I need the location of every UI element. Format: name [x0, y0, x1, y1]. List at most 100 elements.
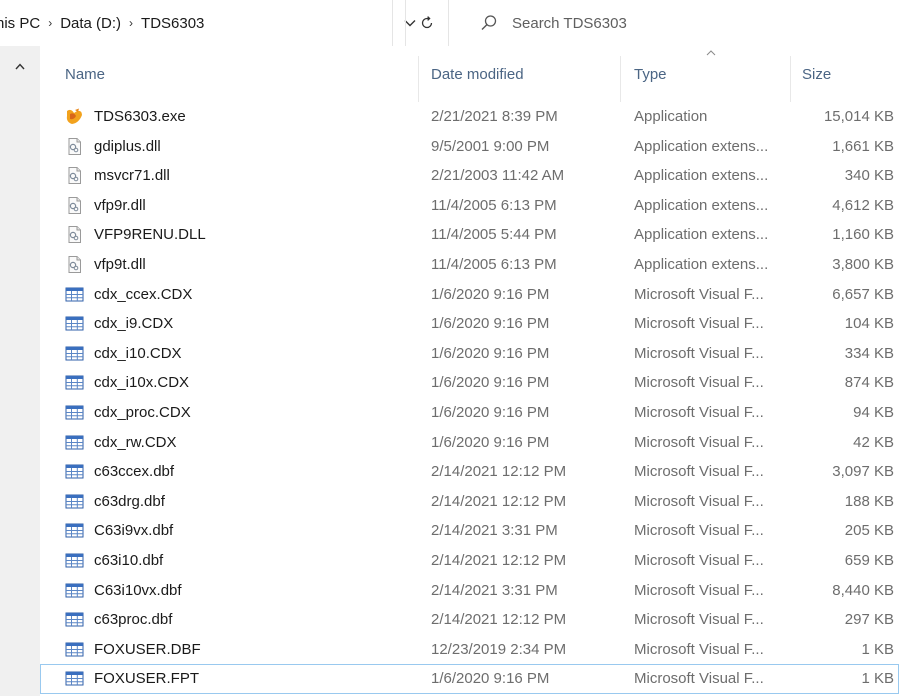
- application-icon: [65, 108, 84, 125]
- file-row[interactable]: cdx_i10x.CDX 1/6/2020 9:16 PM Microsoft …: [40, 368, 899, 398]
- file-row[interactable]: TDS6303.exe 2/21/2021 8:39 PM Applicatio…: [40, 102, 899, 132]
- navigation-pane-scrollbar[interactable]: [0, 46, 40, 696]
- file-row[interactable]: cdx_proc.CDX 1/6/2020 9:16 PM Microsoft …: [40, 398, 899, 428]
- breadcrumb[interactable]: his PC › Data (D:) › TDS6303: [0, 0, 393, 46]
- file-date-modified: 1/6/2020 9:16 PM: [431, 670, 550, 688]
- file-name[interactable]: cdx_ccex.CDX: [94, 286, 192, 303]
- file-type: Microsoft Visual F...: [634, 522, 764, 540]
- file-date-modified: 2/14/2021 3:31 PM: [431, 522, 558, 540]
- scroll-up-arrow-icon[interactable]: [15, 63, 25, 70]
- dll-file-icon: [65, 226, 84, 244]
- file-size: 94 KB: [853, 403, 894, 421]
- file-name[interactable]: VFP9RENU.DLL: [94, 226, 206, 243]
- column-header-date[interactable]: Date modified: [431, 66, 524, 83]
- file-row[interactable]: FOXUSER.DBF 12/23/2019 2:34 PM Microsoft…: [40, 635, 899, 665]
- table-file-icon: [65, 582, 84, 599]
- file-type: Microsoft Visual F...: [634, 433, 764, 451]
- column-divider[interactable]: [620, 56, 621, 102]
- file-row[interactable]: msvcr71.dll 2/21/2003 11:42 AM Applicati…: [40, 161, 899, 191]
- file-row[interactable]: cdx_i9.CDX 1/6/2020 9:16 PM Microsoft Vi…: [40, 309, 899, 339]
- file-row[interactable]: C63i10vx.dbf 2/14/2021 3:31 PM Microsoft…: [40, 576, 899, 606]
- file-name[interactable]: C63i9vx.dbf: [94, 522, 173, 539]
- file-row[interactable]: c63proc.dbf 2/14/2021 12:12 PM Microsoft…: [40, 605, 899, 635]
- file-name[interactable]: c63drg.dbf: [94, 493, 165, 510]
- file-row[interactable]: c63drg.dbf 2/14/2021 12:12 PM Microsoft …: [40, 487, 899, 517]
- table-file-icon: [65, 286, 84, 303]
- column-header-name[interactable]: Name: [65, 66, 105, 83]
- breadcrumb-folder[interactable]: TDS6303: [141, 15, 204, 32]
- file-size: 8,440 KB: [832, 581, 894, 599]
- breadcrumb-this-pc[interactable]: his PC: [0, 15, 40, 32]
- file-row[interactable]: cdx_rw.CDX 1/6/2020 9:16 PM Microsoft Vi…: [40, 428, 899, 458]
- file-row[interactable]: gdiplus.dll 9/5/2001 9:00 PM Application…: [40, 132, 899, 162]
- file-size: 188 KB: [844, 492, 894, 510]
- file-type: Application: [634, 108, 708, 125]
- file-type: Microsoft Visual F...: [634, 374, 764, 392]
- file-date-modified: 11/4/2005 5:44 PM: [431, 226, 557, 244]
- search-input[interactable]: [510, 13, 814, 33]
- file-row[interactable]: c63ccex.dbf 2/14/2021 12:12 PM Microsoft…: [40, 457, 899, 487]
- file-name[interactable]: cdx_proc.CDX: [94, 404, 191, 421]
- file-type: Application extens...: [634, 196, 769, 214]
- address-bar: his PC › Data (D:) › TDS6303: [0, 0, 899, 46]
- file-name[interactable]: cdx_i9.CDX: [94, 315, 173, 332]
- file-name[interactable]: vfp9t.dll: [94, 256, 146, 273]
- breadcrumb-separator-icon[interactable]: ›: [129, 16, 133, 30]
- file-size: 1,661 KB: [832, 137, 894, 155]
- table-file-icon: [65, 374, 84, 391]
- breadcrumb-separator-icon[interactable]: ›: [48, 16, 52, 30]
- column-header-type[interactable]: Type: [634, 66, 667, 83]
- file-size: 1 KB: [861, 670, 894, 688]
- file-date-modified: 1/6/2020 9:16 PM: [431, 344, 550, 362]
- table-file-icon: [65, 404, 84, 421]
- file-name[interactable]: FOXUSER.FPT: [94, 670, 199, 687]
- file-row[interactable]: vfp9r.dll 11/4/2005 6:13 PM Application …: [40, 191, 899, 221]
- file-size: 205 KB: [844, 522, 894, 540]
- file-name[interactable]: cdx_i10.CDX: [94, 345, 182, 362]
- file-name[interactable]: C63i10vx.dbf: [94, 582, 182, 599]
- file-size: 42 KB: [853, 433, 894, 451]
- file-type: Microsoft Visual F...: [634, 403, 764, 421]
- file-name[interactable]: vfp9r.dll: [94, 197, 146, 214]
- file-name[interactable]: c63i10.dbf: [94, 552, 163, 569]
- file-size: 874 KB: [844, 374, 894, 392]
- refresh-button[interactable]: [405, 0, 449, 46]
- file-date-modified: 2/14/2021 3:31 PM: [431, 581, 558, 599]
- file-name[interactable]: cdx_rw.CDX: [94, 434, 177, 451]
- file-name[interactable]: msvcr71.dll: [94, 167, 170, 184]
- table-file-icon: [65, 463, 84, 480]
- file-name[interactable]: FOXUSER.DBF: [94, 641, 201, 658]
- file-size: 334 KB: [844, 344, 894, 362]
- file-name[interactable]: TDS6303.exe: [94, 108, 186, 125]
- file-type: Microsoft Visual F...: [634, 492, 764, 510]
- file-name[interactable]: gdiplus.dll: [94, 138, 161, 155]
- column-header-row: Name Date modified Type Size: [40, 46, 899, 102]
- dll-file-icon: [65, 255, 84, 273]
- file-name[interactable]: c63ccex.dbf: [94, 463, 174, 480]
- dll-file-icon: [65, 167, 84, 185]
- file-row[interactable]: cdx_i10.CDX 1/6/2020 9:16 PM Microsoft V…: [40, 339, 899, 369]
- table-file-icon: [65, 315, 84, 332]
- file-type: Microsoft Visual F...: [634, 581, 764, 599]
- file-row[interactable]: VFP9RENU.DLL 11/4/2005 5:44 PM Applicati…: [40, 220, 899, 250]
- file-row[interactable]: C63i9vx.dbf 2/14/2021 3:31 PM Microsoft …: [40, 516, 899, 546]
- file-name[interactable]: c63proc.dbf: [94, 611, 172, 628]
- file-row[interactable]: cdx_ccex.CDX 1/6/2020 9:16 PM Microsoft …: [40, 280, 899, 310]
- search-box[interactable]: [462, 6, 899, 40]
- file-date-modified: 2/14/2021 12:12 PM: [431, 463, 567, 481]
- file-date-modified: 12/23/2019 2:34 PM: [431, 640, 567, 658]
- file-type: Microsoft Visual F...: [634, 640, 764, 658]
- file-type: Application extens...: [634, 255, 769, 273]
- file-date-modified: 11/4/2005 6:13 PM: [431, 196, 557, 214]
- column-divider[interactable]: [790, 56, 791, 102]
- file-name[interactable]: cdx_i10x.CDX: [94, 374, 189, 391]
- file-size: 1,160 KB: [832, 226, 894, 244]
- file-date-modified: 2/14/2021 12:12 PM: [431, 611, 567, 629]
- column-divider[interactable]: [418, 56, 419, 102]
- file-row[interactable]: vfp9t.dll 11/4/2005 6:13 PM Application …: [40, 250, 899, 280]
- file-date-modified: 1/6/2020 9:16 PM: [431, 403, 550, 421]
- file-row[interactable]: c63i10.dbf 2/14/2021 12:12 PM Microsoft …: [40, 546, 899, 576]
- breadcrumb-drive[interactable]: Data (D:): [60, 15, 121, 32]
- file-row[interactable]: FOXUSER.FPT 1/6/2020 9:16 PM Microsoft V…: [40, 664, 899, 694]
- column-header-size[interactable]: Size: [802, 66, 831, 83]
